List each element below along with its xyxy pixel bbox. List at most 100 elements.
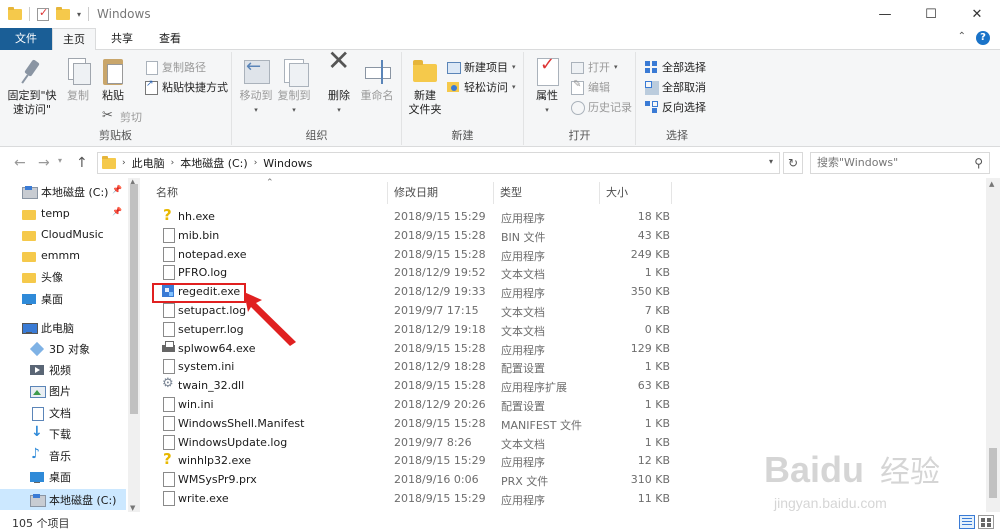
file-type: 应用程序 [501, 249, 545, 263]
nav-item[interactable]: 本地磁盘 (C:) 📌 [0, 181, 126, 202]
scroll-up-arrow-icon[interactable]: ▲ [989, 180, 994, 188]
details-view-icon[interactable] [959, 515, 975, 529]
properties-icon[interactable] [37, 6, 49, 21]
breadcrumb-local-disk[interactable]: 本地磁盘 (C:) [180, 155, 247, 171]
column-header-name[interactable]: 名称 [150, 182, 388, 204]
copy-path-button[interactable]: 复制路径 [144, 58, 206, 76]
nav-item[interactable]: 视频 [0, 359, 126, 380]
nav-item[interactable]: 桌面 [0, 288, 126, 309]
address-history-chevron-icon[interactable]: ▾ [769, 157, 773, 166]
nav-item[interactable]: 桌面 [0, 466, 126, 487]
new-folder-icon[interactable] [56, 6, 70, 20]
nav-item[interactable]: 3D 对象 [0, 338, 126, 359]
file-size: 1 KB [644, 360, 670, 374]
nav-item-label: 音乐 [49, 449, 71, 463]
select-all-button[interactable]: 全部选择 [644, 58, 706, 76]
file-row[interactable]: write.exe 2018/9/15 15:29 应用程序 11 KB [150, 489, 672, 508]
copy-to-button[interactable]: 复制到 ▾ [276, 56, 312, 117]
paste-button[interactable]: 粘贴 [96, 56, 130, 103]
file-row[interactable]: hh.exe 2018/9/15 15:29 应用程序 18 KB [150, 206, 672, 226]
search-input[interactable]: 搜索"Windows" ⚲ [810, 152, 990, 174]
maximize-button[interactable]: ☐ [908, 0, 954, 28]
folder-icon [102, 155, 116, 169]
nav-item[interactable]: emmm [0, 245, 126, 266]
column-header-date[interactable]: 修改日期 [388, 182, 494, 204]
cut-button[interactable]: 剪切 [102, 108, 142, 126]
history-button[interactable]: 历史记录 [570, 98, 632, 116]
refresh-button[interactable]: ↻ [783, 152, 803, 174]
edit-button[interactable]: 编辑 [570, 78, 610, 96]
navigation-scrollbar[interactable]: ▲ ▼ [128, 178, 140, 512]
nav-item[interactable]: 文档 [0, 402, 126, 423]
easy-access-button[interactable]: 轻松访问 ▾ [446, 78, 516, 96]
properties-button[interactable]: 属性 ▾ [530, 56, 564, 117]
file-row[interactable]: splwow64.exe 2018/9/15 15:28 应用程序 129 KB [150, 339, 672, 358]
nav-item[interactable]: temp 📌 [0, 203, 126, 224]
minimize-button[interactable]: — [862, 0, 908, 28]
scroll-down-arrow-icon[interactable]: ▼ [130, 504, 135, 512]
file-row[interactable]: WMSysPr9.prx 2018/9/16 0:06 PRX 文件 310 KB [150, 470, 672, 489]
pin-quick-access-button[interactable]: 固定到"快速访问" [4, 56, 60, 117]
column-header-type[interactable]: 类型 [494, 182, 600, 204]
rename-button[interactable]: 重命名 [356, 56, 398, 103]
collapse-ribbon-chevron-icon[interactable]: ⌃ [958, 31, 966, 45]
scrollbar-thumb[interactable] [989, 448, 997, 498]
address-bar[interactable]: › 此电脑 › 本地磁盘 (C:) › Windows ▾ [97, 152, 780, 174]
file-row[interactable]: mib.bin 2018/9/15 15:28 BIN 文件 43 KB [150, 226, 672, 245]
file-list-scrollbar[interactable]: ▲ [986, 178, 1000, 512]
breadcrumb-windows[interactable]: Windows [263, 157, 312, 170]
file-size: 129 KB [630, 341, 670, 355]
copy-button[interactable]: 复制 [62, 56, 94, 103]
file-row[interactable]: setuperr.log 2018/12/9 19:18 文本文档 0 KB [150, 320, 672, 339]
tab-home[interactable]: 主页 [52, 28, 96, 51]
nav-item[interactable]: 本地磁盘 (C:) [0, 489, 126, 510]
close-button[interactable]: ✕ [954, 0, 1000, 28]
customize-toolbar-chevron-icon[interactable]: ▾ [77, 10, 81, 19]
nav-item[interactable]: CloudMusic [0, 224, 126, 245]
file-row[interactable]: twain_32.dll 2018/9/15 15:28 应用程序扩展 63 KB [150, 376, 672, 395]
nav-item[interactable]: 图片 [0, 380, 126, 401]
delete-button[interactable]: 删除 ▾ [324, 54, 354, 117]
file-row[interactable]: PFRO.log 2018/12/9 19:52 文本文档 1 KB [150, 263, 672, 282]
back-arrow-icon[interactable]: ← [14, 155, 26, 171]
breadcrumb-chevron-icon[interactable]: › [122, 158, 126, 168]
pin-icon [18, 56, 46, 86]
file-row[interactable]: notepad.exe 2018/9/15 15:28 应用程序 249 KB [150, 245, 672, 264]
tab-share[interactable]: 共享 [100, 28, 144, 50]
scrollbar-thumb[interactable] [130, 184, 138, 414]
tab-file[interactable]: 文件 [0, 28, 52, 50]
large-icons-view-icon[interactable] [978, 515, 994, 529]
select-none-icon [644, 80, 658, 94]
file-row[interactable]: WindowsShell.Manifest 2018/9/15 15:28 MANI… [150, 414, 672, 433]
file-name: mib.bin [178, 228, 220, 242]
move-to-button[interactable]: 移动到 ▾ [238, 56, 274, 117]
toolbar-divider [29, 7, 30, 21]
recent-locations-chevron-icon[interactable]: ▾ [58, 156, 62, 165]
column-header-size[interactable]: 大小 [600, 182, 672, 204]
breadcrumb-chevron-icon[interactable]: › [254, 158, 258, 168]
open-button[interactable]: 打开 ▾ [570, 58, 618, 76]
nav-item[interactable]: 头像 [0, 266, 126, 287]
invert-selection-button[interactable]: 反向选择 [644, 98, 706, 116]
breadcrumb-this-pc[interactable]: 此电脑 [132, 155, 165, 171]
file-row[interactable]: setupact.log 2019/9/7 17:15 文本文档 7 KB [150, 301, 672, 320]
file-row[interactable]: win.ini 2018/12/9 20:26 配置设置 1 KB [150, 395, 672, 414]
new-folder-button[interactable]: 新建 文件夹 [406, 56, 444, 117]
up-arrow-icon[interactable]: ↑ [76, 155, 88, 171]
file-row[interactable]: winhlp32.exe 2018/9/15 15:29 应用程序 12 KB [150, 450, 672, 470]
forward-arrow-icon[interactable]: → [38, 155, 50, 171]
new-item-button[interactable]: 新建项目 ▾ [446, 58, 516, 76]
tab-view[interactable]: 查看 [148, 28, 192, 50]
file-size: 43 KB [637, 228, 670, 242]
file-icon [162, 303, 175, 318]
paste-shortcut-button[interactable]: 粘贴快捷方式 [144, 78, 228, 96]
nav-item[interactable]: 此电脑 [0, 317, 126, 338]
nav-item[interactable]: 音乐 [0, 445, 126, 466]
file-size: 18 KB [637, 210, 670, 223]
select-none-button[interactable]: 全部取消 [644, 78, 706, 96]
breadcrumb-chevron-icon[interactable]: › [171, 158, 175, 168]
nav-item[interactable]: 下载 [0, 423, 126, 444]
file-row[interactable]: WindowsUpdate.log 2019/9/7 8:26 文本文档 1 KB [150, 433, 672, 452]
file-row[interactable]: system.ini 2018/12/9 18:28 配置设置 1 KB [150, 357, 672, 376]
help-icon[interactable]: ? [976, 31, 990, 45]
